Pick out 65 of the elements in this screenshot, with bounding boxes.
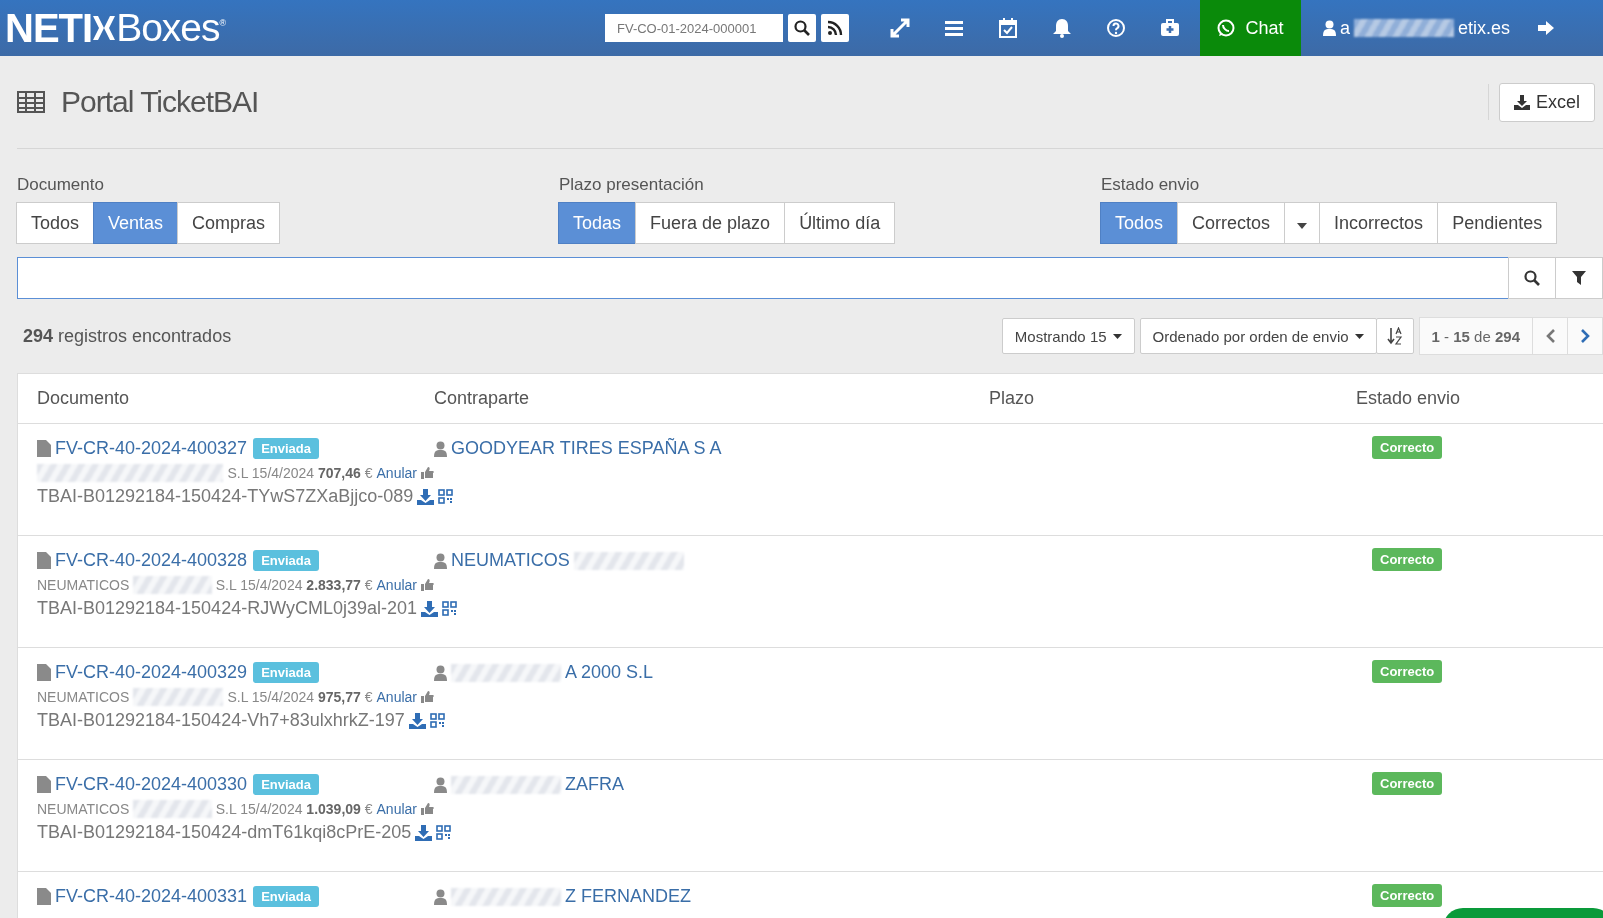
column-header: Documento <box>37 388 131 409</box>
filter-option[interactable]: Pendientes <box>1437 202 1558 244</box>
status-tag: Enviada <box>253 662 319 683</box>
document-link[interactable]: FV-CR-40-2024-400327 <box>55 438 248 459</box>
filter-option[interactable]: Correctos <box>1177 202 1286 244</box>
filter-label: Documento <box>17 175 105 195</box>
results-count: 294 registros encontrados <box>23 325 233 347</box>
invoice-details: S.L 15/4/2024 2.833,77 € <box>215 577 373 593</box>
counterparty-name: Z FERNANDEZ <box>565 886 691 907</box>
filter-option[interactable]: Todos <box>1100 202 1179 244</box>
ticketbai-code: TBAI-B01292184-150424-Vh7+83ulxhrkZ-197 <box>37 710 405 731</box>
ticketbai-code: TBAI-B01292184-150424-RJWyCML0j39al-201 <box>37 598 418 619</box>
filter-option[interactable]: Compras <box>177 202 281 244</box>
filter-option[interactable]: Ventas <box>93 202 179 244</box>
status-tag: Enviada <box>253 774 319 795</box>
document-link[interactable]: FV-CR-40-2024-400330 <box>55 774 248 795</box>
status-tag: Correcto <box>1372 660 1443 683</box>
document-link[interactable]: FV-CR-40-2024-400331 <box>55 886 248 907</box>
user-email[interactable]: etix.es <box>1458 17 1511 39</box>
filter-option[interactable]: Fuera de plazo <box>635 202 786 244</box>
registered-mark: ® <box>219 17 227 28</box>
filter-option[interactable]: Incorrectos <box>1319 202 1439 244</box>
invoice-details: S.L 15/4/2024 707,46 € <box>227 465 373 481</box>
logo-text: NETI <box>5 5 93 51</box>
status-tag: Enviada <box>253 438 319 459</box>
document-link[interactable]: FV-CR-40-2024-400329 <box>55 662 248 683</box>
status-tag: Enviada <box>253 886 319 907</box>
page-size-dropdown[interactable]: Mostrando 15 <box>1001 318 1135 354</box>
status-tag: Enviada <box>253 550 319 571</box>
chat-button[interactable]: Chat <box>1200 0 1301 56</box>
excel-export-button[interactable]: Excel <box>1499 82 1595 122</box>
cancel-link[interactable]: Anular <box>376 689 417 705</box>
invoice-details: NEUMATICOS <box>37 801 130 817</box>
document-link[interactable]: FV-CR-40-2024-400328 <box>55 550 248 571</box>
invoice-details: NEUMATICOS <box>37 577 130 593</box>
cancel-link[interactable]: Anular <box>376 465 417 481</box>
invoice-details: S.L 15/4/2024 975,77 € <box>227 689 373 705</box>
column-header: Plazo <box>989 388 1036 409</box>
quick-search-field[interactable]: FV-CO-01-2024-000001 <box>605 14 783 42</box>
filter-label: Estado envio <box>1101 175 1201 195</box>
counterparty-name: NEUMATICOS <box>451 550 570 571</box>
invoice-details: S.L 15/4/2024 1.039,09 € <box>215 801 373 817</box>
counterparty-name: GOODYEAR TIRES ESPAÑA S A <box>451 438 722 459</box>
filter-option[interactable]: Todos <box>16 202 95 244</box>
counterparty-name: ZAFRA <box>565 774 624 795</box>
page-title: Portal TicketBAI <box>61 85 260 119</box>
counterparty-name: A 2000 S.L <box>565 662 654 683</box>
column-header: Contraparte <box>434 388 531 409</box>
column-header: Estado envio <box>1356 388 1462 409</box>
status-tag: Correcto <box>1372 884 1443 907</box>
logo-text: Boxes <box>116 6 220 50</box>
ticketbai-code: TBAI-B01292184-150424-dmT61kqi8cPrE-205 <box>37 822 412 843</box>
cancel-link[interactable]: Anular <box>376 577 417 593</box>
status-tag: Correcto <box>1372 436 1443 459</box>
invoice-details: NEUMATICOS <box>37 689 130 705</box>
ticketbai-code: TBAI-B01292184-150424-TYwS7ZXaBjjco-089 <box>37 486 414 507</box>
user-email[interactable]: a <box>1340 17 1350 39</box>
filter-option[interactable]: Último día <box>784 202 896 244</box>
filter-label: Plazo presentación <box>559 175 705 195</box>
status-tag: Correcto <box>1372 772 1443 795</box>
status-tag: Correcto <box>1372 548 1443 571</box>
filter-option[interactable]: Todas <box>558 202 637 244</box>
cancel-link[interactable]: Anular <box>376 801 417 817</box>
pagination-range: 1 - 15 de 294 <box>1431 327 1520 345</box>
sort-dropdown[interactable]: Ordenado por orden de envio <box>1139 318 1377 354</box>
